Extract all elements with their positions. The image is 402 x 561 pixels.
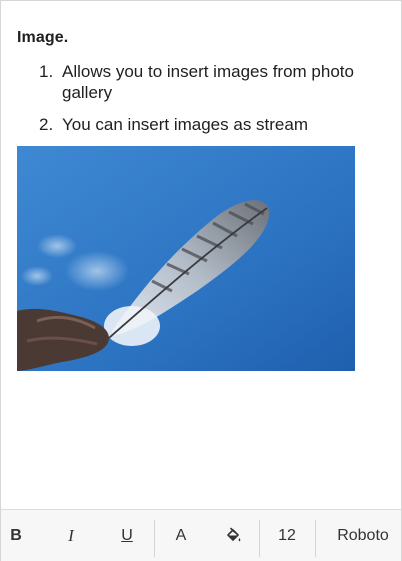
toolbar-divider xyxy=(259,520,260,557)
italic-icon: I xyxy=(68,525,74,545)
formatting-toolbar: B I U A 12 Roboto xyxy=(1,509,401,561)
paint-bucket-icon xyxy=(227,527,241,541)
list-item-text: You can insert images as stream xyxy=(62,115,308,134)
font-color-button[interactable]: A xyxy=(165,510,197,561)
editor-content-area[interactable]: Image. 1. Allows you to insert images fr… xyxy=(1,1,401,509)
list-item-text: Allows you to insert images from photo g… xyxy=(62,62,354,102)
content-heading: Image. xyxy=(17,29,69,46)
font-family-value: Roboto xyxy=(337,526,389,544)
underline-icon: U xyxy=(121,526,133,544)
ordered-list: 1. Allows you to insert images from phot… xyxy=(39,61,384,146)
highlight-color-button[interactable] xyxy=(217,510,249,561)
italic-button[interactable]: I xyxy=(55,510,87,561)
underline-button[interactable]: U xyxy=(111,510,143,561)
font-color-icon: A xyxy=(175,526,187,544)
list-item: 1. Allows you to insert images from phot… xyxy=(39,61,384,103)
toolbar-divider xyxy=(154,520,155,557)
bold-icon: B xyxy=(10,526,22,544)
bold-button[interactable]: B xyxy=(1,510,31,561)
list-item: 2. You can insert images as stream xyxy=(39,114,384,135)
font-size-selector[interactable]: 12 xyxy=(269,510,305,561)
feather-photo xyxy=(17,146,355,371)
list-item-number: 2. xyxy=(39,115,54,134)
list-item-number: 1. xyxy=(39,62,54,81)
rich-text-editor: Image. 1. Allows you to insert images fr… xyxy=(0,0,402,561)
font-family-selector[interactable]: Roboto xyxy=(325,510,401,561)
toolbar-divider xyxy=(315,520,316,557)
font-size-value: 12 xyxy=(278,526,296,544)
inserted-image[interactable] xyxy=(17,146,355,371)
